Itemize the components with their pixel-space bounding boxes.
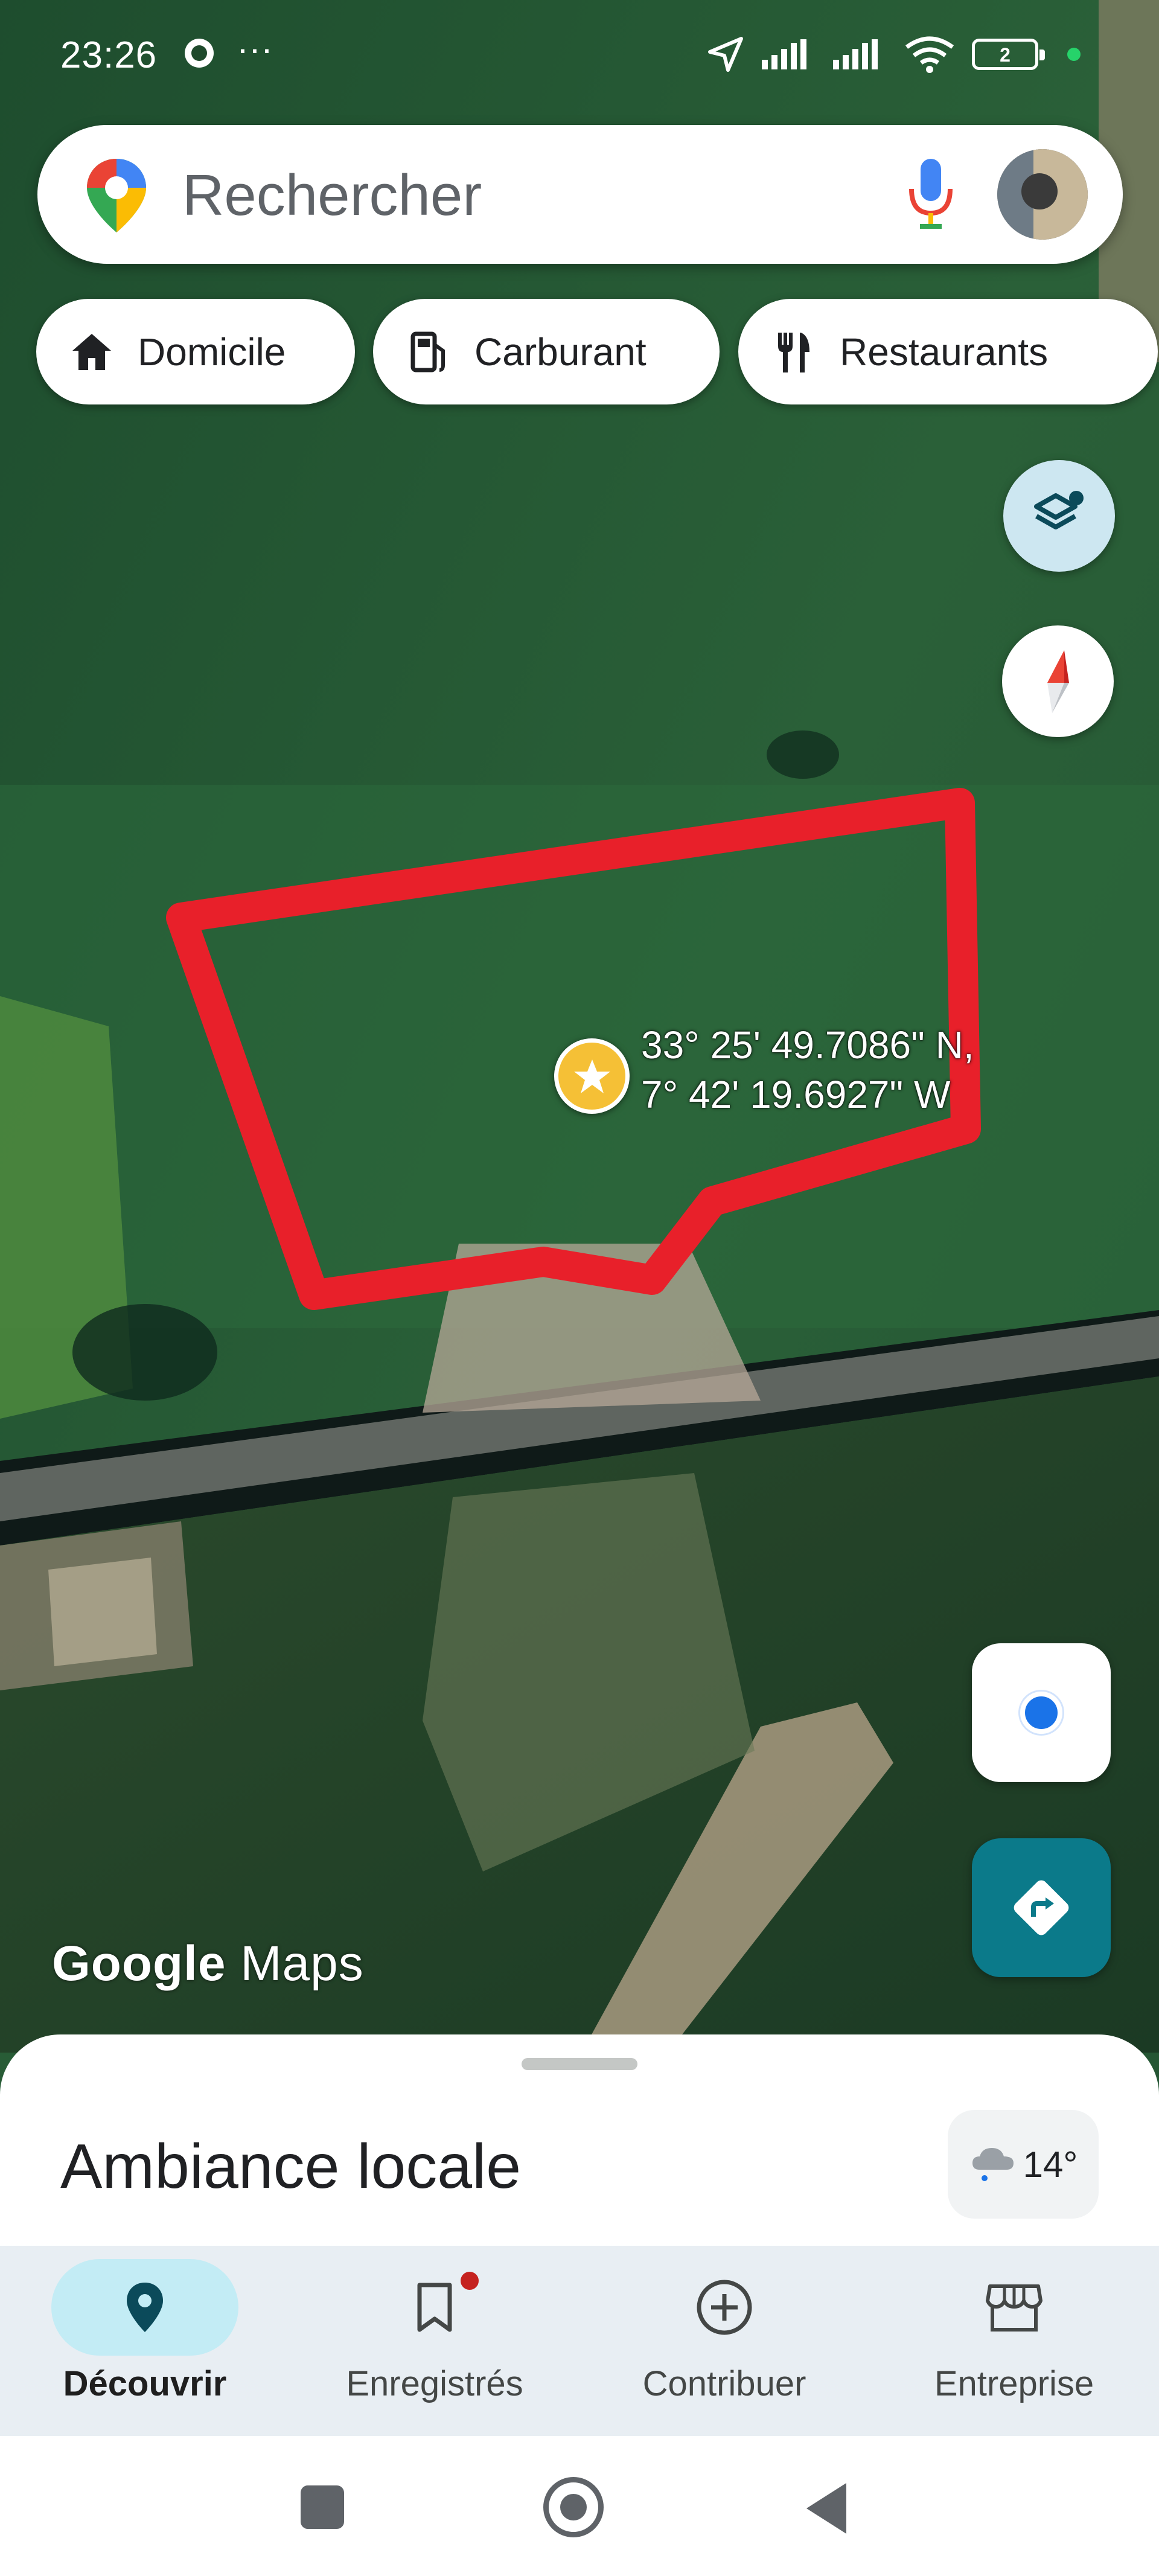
nav-decouvrir[interactable]: Découvrir bbox=[0, 2246, 290, 2436]
back-icon[interactable] bbox=[806, 2483, 846, 2534]
starred-place-marker[interactable] bbox=[554, 1038, 630, 1114]
category-chips: Domicile Carburant Restaurants bbox=[36, 299, 1159, 407]
whatsapp-icon bbox=[185, 39, 214, 68]
home-circle-icon[interactable] bbox=[543, 2477, 604, 2537]
status-bar: 23:26 ··· 2 bbox=[0, 24, 1159, 91]
bottom-sheet[interactable]: Ambiance locale 14° bbox=[0, 2034, 1159, 2246]
directions-button[interactable] bbox=[972, 1838, 1111, 1977]
my-location-icon bbox=[1020, 1692, 1062, 1734]
layers-button[interactable] bbox=[1003, 460, 1115, 572]
chip-domicile[interactable]: Domicile bbox=[36, 299, 355, 404]
chip-label: Domicile bbox=[138, 330, 286, 374]
notification-badge bbox=[458, 2269, 482, 2293]
explore-pin-icon bbox=[127, 2283, 163, 2332]
nav-label: Enregistrés bbox=[346, 2364, 523, 2403]
status-time: 23:26 bbox=[60, 34, 158, 76]
cloud-rain-icon bbox=[972, 2148, 1014, 2181]
signal-icon-2 bbox=[833, 39, 878, 69]
chip-restaurants[interactable]: Restaurants bbox=[738, 299, 1158, 404]
layers-icon bbox=[1033, 490, 1084, 529]
chip-carburant[interactable]: Carburant bbox=[373, 299, 720, 404]
recents-icon[interactable] bbox=[301, 2485, 344, 2529]
nav-label: Découvrir bbox=[63, 2364, 227, 2403]
location-arrow-icon bbox=[708, 37, 743, 72]
wifi-icon bbox=[905, 36, 954, 73]
nav-entreprise[interactable]: Entreprise bbox=[869, 2246, 1159, 2436]
profile-avatar[interactable] bbox=[997, 149, 1088, 240]
bookmark-icon bbox=[417, 2283, 452, 2332]
coordinates-latitude: 33° 25' 49.7086" N, bbox=[641, 1023, 974, 1067]
storefront-icon bbox=[986, 2284, 1042, 2332]
status-more-dots: ··· bbox=[237, 28, 273, 69]
nav-contribuer[interactable]: Contribuer bbox=[580, 2246, 869, 2436]
chip-label: Restaurants bbox=[840, 330, 1049, 374]
system-navigation-bar bbox=[0, 2436, 1159, 2576]
google-maps-pin-icon bbox=[87, 159, 146, 232]
nav-label: Contribuer bbox=[642, 2364, 806, 2403]
search-bar[interactable]: Rechercher bbox=[37, 125, 1123, 264]
coordinates-label: 33° 25' 49.7086" N, 7° 42' 19.6927" W bbox=[641, 1020, 974, 1119]
compass-button[interactable] bbox=[1002, 625, 1114, 737]
weather-badge[interactable]: 14° bbox=[948, 2110, 1099, 2219]
microphone-icon[interactable] bbox=[901, 155, 961, 234]
signal-icon bbox=[762, 39, 806, 69]
nav-label: Entreprise bbox=[934, 2364, 1094, 2403]
google-maps-attribution: Google Maps bbox=[52, 1936, 364, 1991]
gas-station-icon bbox=[410, 331, 445, 372]
temperature: 14° bbox=[1023, 2144, 1078, 2185]
coordinates-longitude: 7° 42' 19.6927" W bbox=[641, 1073, 951, 1116]
home-icon bbox=[72, 333, 111, 370]
privacy-indicator bbox=[1067, 48, 1081, 61]
add-circle-icon bbox=[697, 2280, 752, 2335]
sheet-drag-handle[interactable] bbox=[522, 2058, 637, 2070]
restaurant-icon bbox=[778, 332, 809, 372]
chip-label: Carburant bbox=[474, 330, 647, 374]
sheet-title: Ambiance locale bbox=[60, 2132, 522, 2202]
directions-icon bbox=[1014, 1880, 1069, 1935]
compass-icon bbox=[1047, 650, 1069, 713]
nav-enregistres[interactable]: Enregistrés bbox=[290, 2246, 580, 2436]
star-icon bbox=[573, 1059, 610, 1093]
battery-level: 2 bbox=[1000, 44, 1011, 66]
battery-icon: 2 bbox=[972, 39, 1045, 70]
search-placeholder[interactable]: Rechercher bbox=[182, 162, 482, 229]
bottom-navigation: Découvrir Enregistrés Contribuer Entrepr… bbox=[0, 2246, 1159, 2436]
my-location-button[interactable] bbox=[972, 1643, 1111, 1782]
